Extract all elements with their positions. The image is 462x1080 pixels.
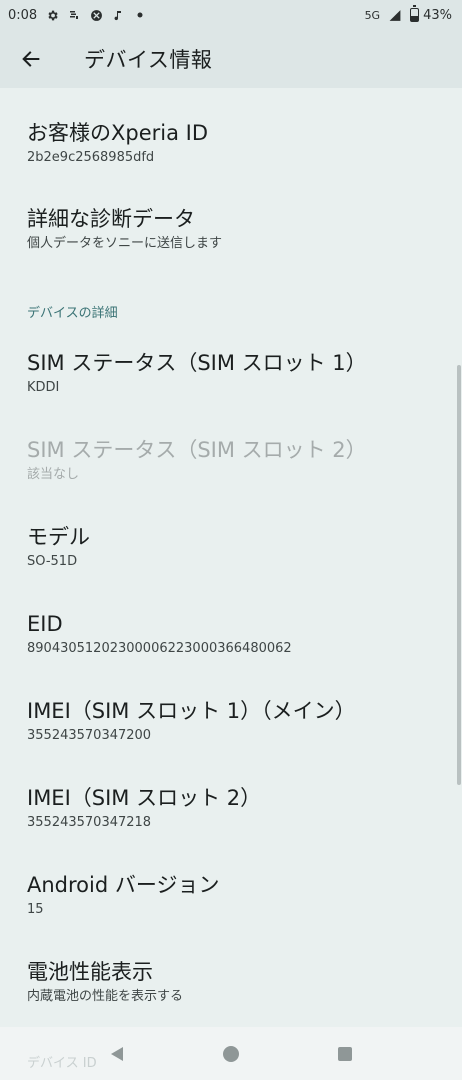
section-header: デバイスの詳細 [27, 306, 118, 321]
status-bar-left: 0:08 [8, 8, 147, 23]
item-subtitle: 89043051202300006223000366480062 [27, 641, 292, 656]
list-item-imei-1[interactable]: IMEI（SIM スロット 1）（メイン） 355243570347200 [0, 698, 356, 745]
network-type: 5G [364, 8, 381, 22]
nav-home-button[interactable] [211, 1034, 251, 1074]
item-subtitle: 355243570347218 [27, 815, 152, 830]
status-time: 0:08 [8, 7, 38, 23]
battery-percent: 43% [423, 7, 452, 23]
list-item-eid[interactable]: EID 89043051202300006223000366480062 [0, 611, 292, 658]
list-item-device-id-peek: デバイス ID [27, 1056, 97, 1071]
item-title: IMEI（SIM スロット 1）（メイン） [27, 699, 356, 723]
list-item-battery-performance[interactable]: 電池性能表示 内蔵電池の性能を表示する [0, 959, 183, 1006]
list-item-xperia-id[interactable]: お客様のXperia ID 2b2e9c2568985dfd [0, 120, 208, 167]
xbox-icon [89, 8, 103, 22]
item-title: 電池性能表示 [27, 960, 153, 984]
page-title: デバイス情報 [84, 48, 213, 72]
signal-icon [388, 8, 402, 22]
item-title: SIM ステータス（SIM スロット 1） [27, 351, 367, 375]
music-note-icon [111, 8, 125, 22]
item-subtitle: SO-51D [27, 554, 78, 569]
back-button[interactable] [0, 30, 62, 88]
item-title: モデル [27, 525, 90, 549]
nav-back-button[interactable] [97, 1034, 137, 1074]
nav-home-icon [223, 1045, 239, 1062]
item-subtitle: 個人データをソニーに送信します [27, 236, 223, 251]
item-subtitle: 2b2e9c2568985dfd [27, 150, 155, 165]
list-item-sim-status-1[interactable]: SIM ステータス（SIM スロット 1） KDDI [0, 350, 367, 397]
dot-icon [133, 8, 147, 22]
list-item-imei-2[interactable]: IMEI（SIM スロット 2） 355243570347218 [0, 785, 261, 832]
list-item-sim-status-2: SIM ステータス（SIM スロット 2） 該当なし [0, 437, 367, 484]
item-title: お客様のXperia ID [27, 121, 209, 145]
item-title: SIM ステータス（SIM スロット 2） [27, 438, 367, 462]
list-item-android-version[interactable]: Android バージョン 15 [0, 872, 219, 919]
item-subtitle: 該当なし [27, 467, 80, 482]
list-item-diagnostic-data[interactable]: 詳細な診断データ 個人データをソニーに送信します [0, 206, 222, 253]
status-bar: 0:08 5G 43% [0, 0, 462, 30]
item-title: IMEI（SIM スロット 2） [27, 786, 262, 810]
item-title: EID [27, 612, 63, 636]
item-subtitle: 15 [27, 902, 44, 917]
item-title: Android バージョン [27, 873, 220, 897]
item-subtitle: KDDI [27, 380, 60, 395]
nav-recents-button[interactable] [325, 1034, 365, 1074]
nav-recents-icon [338, 1046, 352, 1061]
app-bar: デバイス情報 [0, 30, 462, 88]
item-title: 詳細な診断データ [27, 207, 195, 231]
sim-toolkit-icon [67, 8, 81, 22]
battery-group: 43% [410, 5, 452, 23]
scrollbar[interactable] [457, 365, 461, 785]
item-subtitle: 内蔵電池の性能を表示する [27, 989, 184, 1004]
gear-icon [45, 8, 59, 22]
arrow-left-icon [22, 51, 40, 67]
list-item-model[interactable]: モデル SO-51D [0, 524, 90, 571]
battery-icon [410, 5, 420, 22]
status-bar-right: 5G 43% [364, 5, 452, 23]
nav-back-icon [111, 1046, 123, 1061]
item-subtitle: 355243570347200 [27, 728, 152, 743]
